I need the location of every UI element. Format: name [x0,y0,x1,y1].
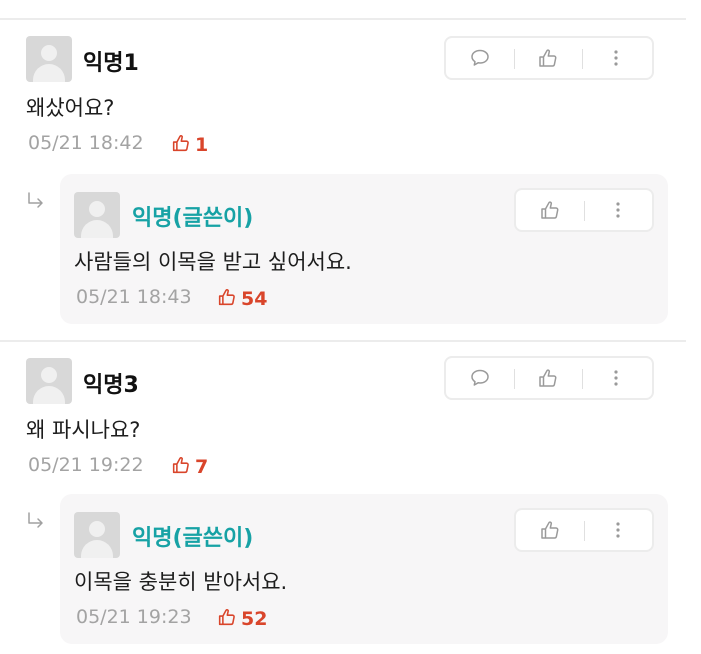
comment-item: 익명1 왜샀어요? 05/21 18:42 1 익명(글쓴이) 사람들의 이목을… [0,20,686,340]
thumbs-up-icon [216,606,238,628]
avatar[interactable] [74,512,120,558]
more-button[interactable] [582,38,650,78]
avatar[interactable] [26,36,72,82]
comment-timestamp: 05/21 18:42 [28,132,144,154]
reply-author[interactable]: 익명(글쓴이) [132,520,253,552]
thumbs-up-icon [216,286,238,308]
comment-action-bar [444,356,654,400]
avatar[interactable] [26,358,72,404]
thumbs-up-icon [536,46,560,70]
reply-author[interactable]: 익명(글쓴이) [132,200,253,232]
reply-like-count: 54 [216,286,267,310]
thumbs-up-icon [538,518,562,542]
like-button[interactable] [514,358,582,398]
reply-like-count: 52 [216,606,267,630]
reply-arrow-icon [26,192,46,212]
reply-item: 익명(글쓴이) 이목을 충분히 받아서요. 05/21 19:23 52 [60,494,668,644]
more-vertical-icon [604,46,628,70]
reply-action-bar [514,508,654,552]
reply-timestamp: 05/21 19:23 [76,606,192,628]
comment-timestamp: 05/21 19:22 [28,454,144,476]
speech-bubble-icon [468,46,492,70]
thumbs-up-icon [170,454,192,476]
comment-text: 왜 파시나요? [26,418,141,442]
thumbs-up-icon [170,132,192,154]
comment-like-count: 7 [170,454,208,478]
reply-button[interactable] [446,358,514,398]
reply-text: 사람들의 이목을 받고 싶어서요. [74,250,352,274]
more-button[interactable] [584,510,652,550]
comment-like-count: 1 [170,132,208,156]
like-count-value: 54 [241,288,268,310]
reply-timestamp: 05/21 18:43 [76,286,192,308]
more-vertical-icon [606,518,630,542]
reply-item: 익명(글쓴이) 사람들의 이목을 받고 싶어서요. 05/21 18:43 54 [60,174,668,324]
like-count-value: 1 [195,134,209,156]
comment-action-bar [444,36,654,80]
avatar[interactable] [74,192,120,238]
reply-arrow-icon [26,512,46,532]
like-count-value: 52 [241,608,268,630]
speech-bubble-icon [468,366,492,390]
like-button[interactable] [516,510,584,550]
more-vertical-icon [606,198,630,222]
thumbs-up-icon [538,198,562,222]
reply-text: 이목을 충분히 받아서요. [74,570,288,594]
comment-text: 왜샀어요? [26,96,115,120]
thumbs-up-icon [536,366,560,390]
more-vertical-icon [604,366,628,390]
comment-author[interactable]: 익명1 [83,45,139,77]
like-button[interactable] [516,190,584,230]
like-button[interactable] [514,38,582,78]
more-button[interactable] [584,190,652,230]
like-count-value: 7 [195,456,209,478]
reply-button[interactable] [446,38,514,78]
reply-action-bar [514,188,654,232]
comment-item: 익명3 왜 파시나요? 05/21 19:22 7 익명(글쓴이) 이목을 충분… [0,342,686,654]
comment-author[interactable]: 익명3 [83,367,139,399]
more-button[interactable] [582,358,650,398]
